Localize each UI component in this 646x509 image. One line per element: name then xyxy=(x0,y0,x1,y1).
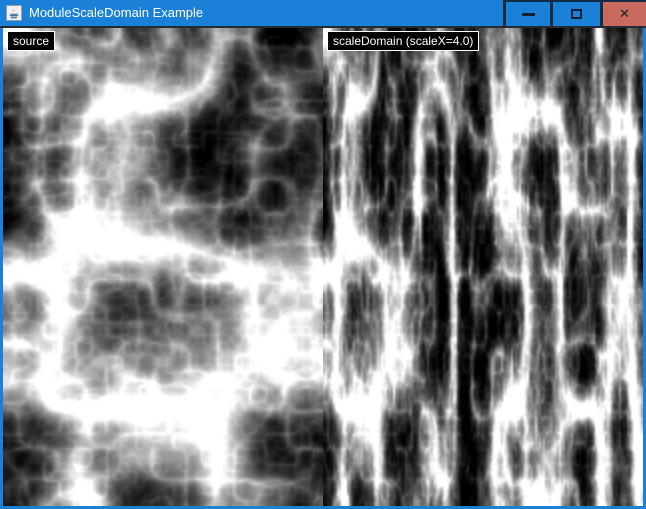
minimize-button[interactable] xyxy=(503,0,550,26)
maximize-square-icon xyxy=(571,9,582,19)
source-noise-canvas xyxy=(3,28,323,506)
content-area: source scaleDomain (scaleX=4.0) xyxy=(0,28,646,509)
window-title: ModuleScaleDomain Example xyxy=(29,0,503,26)
minimize-dash-icon xyxy=(522,13,535,16)
source-label: source xyxy=(7,31,55,51)
maximize-button[interactable] xyxy=(550,0,600,26)
scale-domain-label: scaleDomain (scaleX=4.0) xyxy=(327,31,479,51)
scale-domain-noise-canvas xyxy=(323,28,643,506)
close-button[interactable]: ✕ xyxy=(600,0,646,26)
scale-domain-panel: scaleDomain (scaleX=4.0) xyxy=(323,28,643,506)
close-x-icon: ✕ xyxy=(619,8,630,21)
java-coffee-cup-icon[interactable] xyxy=(6,5,22,21)
app-window: ModuleScaleDomain Example ✕ source scale… xyxy=(0,0,646,509)
source-panel: source xyxy=(3,28,323,506)
titlebar[interactable]: ModuleScaleDomain Example ✕ xyxy=(0,0,646,26)
window-controls: ✕ xyxy=(503,0,646,26)
